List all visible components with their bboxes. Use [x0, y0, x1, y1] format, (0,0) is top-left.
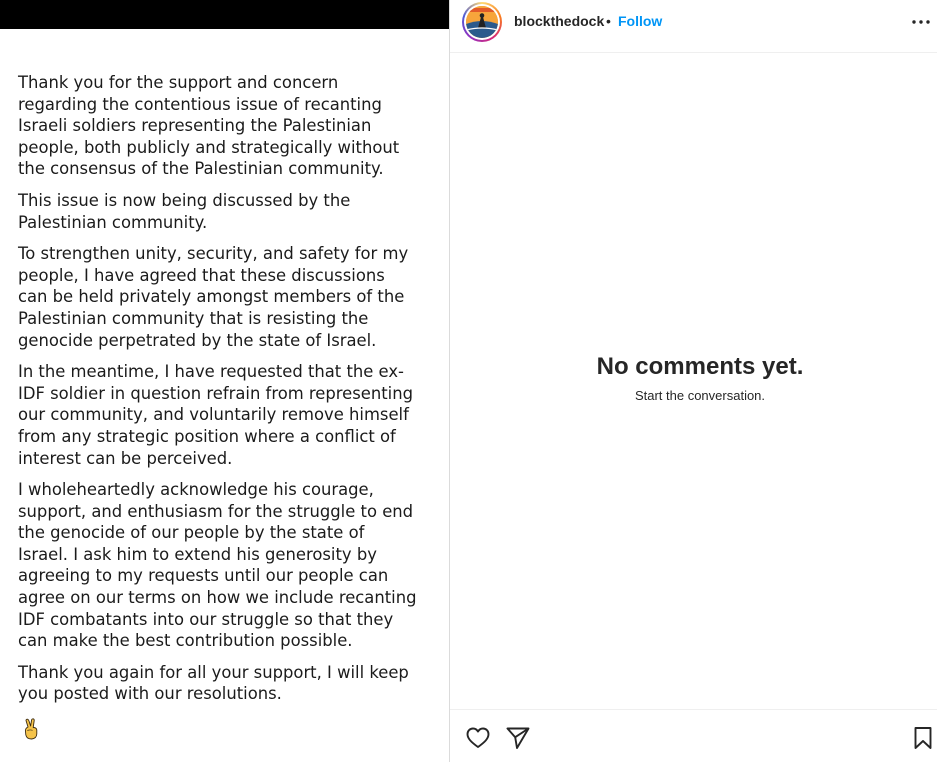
separator-dot: • [606, 13, 611, 29]
post-paragraph: Thank you for the support and concern re… [18, 73, 400, 179]
username-link[interactable]: blockthedock [514, 13, 604, 29]
post-header: blockthedock • Follow [450, 0, 937, 53]
heart-icon [466, 727, 490, 748]
post-paragraph: In the meantime, I have requested that t… [18, 362, 414, 468]
paper-plane-icon [506, 727, 530, 749]
post-statement-text: Thank you for the support and concern re… [18, 72, 418, 715]
post-image-top-band [0, 0, 449, 29]
more-options-button[interactable] [910, 12, 932, 32]
post-image: Thank you for the support and concern re… [0, 0, 449, 762]
post-paragraph: I wholeheartedly acknowledge his courage… [18, 480, 417, 651]
empty-comments-title: No comments yet. [596, 353, 804, 380]
avatar[interactable] [462, 2, 502, 42]
victory-hand-icon [22, 718, 42, 740]
post-actions-bar [450, 709, 937, 762]
post-paragraph: This issue is now being discussed by the… [18, 190, 351, 232]
like-button[interactable] [465, 725, 491, 751]
comments-empty-state: No comments yet. Start the conversation. [450, 352, 937, 403]
avatar-image [466, 6, 498, 38]
share-button[interactable] [505, 725, 531, 751]
comments-panel: blockthedock • Follow No comments yet. S… [450, 0, 937, 762]
follow-button[interactable]: Follow [618, 13, 662, 29]
post-paragraph: Thank you again for all your support, I … [18, 662, 409, 704]
save-button[interactable] [910, 725, 936, 751]
more-options-icon [912, 20, 930, 24]
empty-comments-subtitle: Start the conversation. [634, 388, 766, 403]
bookmark-icon [914, 727, 932, 749]
post-paragraph: To strengthen unity, security, and safet… [18, 244, 409, 350]
